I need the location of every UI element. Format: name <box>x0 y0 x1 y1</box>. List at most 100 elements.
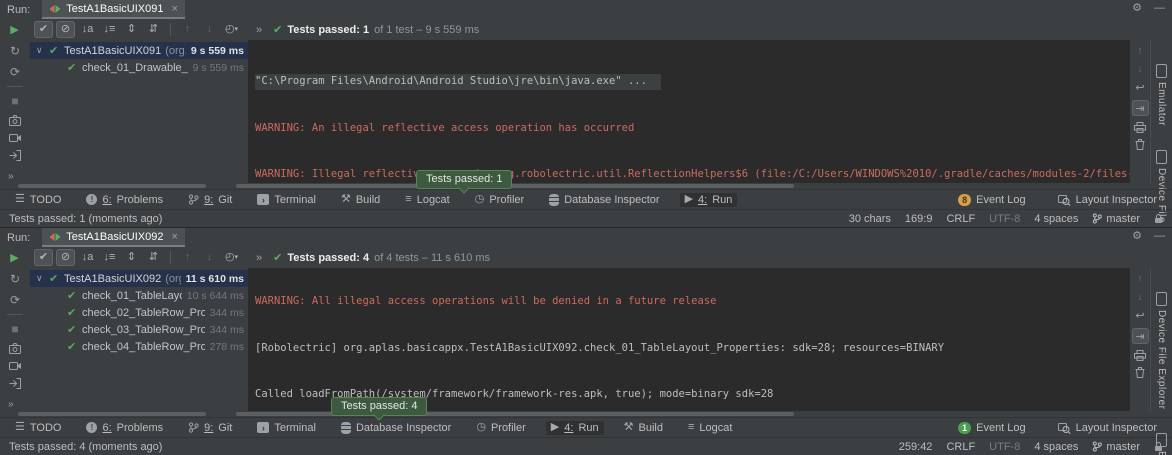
git-branch-widget[interactable]: master <box>1092 213 1140 225</box>
tree-row-test[interactable]: ✔ check_04_TableRow_Properties 278 ms <box>30 338 248 355</box>
previous-failed-test-button[interactable]: ↑ <box>178 21 197 38</box>
rerun-icon[interactable]: ↻ <box>10 272 20 286</box>
hidden-toolbar-chevrons-icon[interactable]: » <box>8 171 14 182</box>
tool-window-button-emulator[interactable]: Emulator <box>1156 64 1167 126</box>
close-icon[interactable]: × <box>171 3 177 15</box>
sort-by-duration-button[interactable]: ↓≡ <box>100 249 119 266</box>
settings-gear-icon[interactable]: ⚙ <box>1132 229 1142 242</box>
expand-all-button[interactable]: ⇕ <box>122 21 141 38</box>
sort-alphabetically-button[interactable]: ↓a <box>78 249 97 266</box>
chevron-down-icon[interactable]: ∨ <box>36 45 49 56</box>
more-actions-icon[interactable]: » <box>256 24 262 36</box>
indent-indicator[interactable]: 4 spaces <box>1034 441 1078 453</box>
minimize-icon[interactable]: — <box>1154 230 1165 242</box>
show-ignored-button[interactable]: ⊘ <box>56 21 75 38</box>
tree-row-test[interactable]: ✔ check_03_TableRow_Properties 344 ms <box>30 321 248 338</box>
git-branch-widget[interactable]: master <box>1092 441 1140 453</box>
screen-record-icon[interactable] <box>9 361 22 371</box>
statusbar-item-git[interactable]: 9:Git <box>183 421 237 435</box>
statusbar-item-terminal[interactable]: ›Terminal <box>252 421 321 435</box>
scroll-down-icon[interactable]: ↓ <box>1137 63 1143 75</box>
screen-record-icon[interactable] <box>9 133 22 143</box>
scroll-up-icon[interactable]: ↑ <box>1137 273 1143 285</box>
minimize-icon[interactable]: — <box>1154 2 1165 14</box>
layout-inspector-button[interactable]: Layout Inspector <box>1053 421 1162 435</box>
tree-row-root[interactable]: ∨ ✔ TestA1BasicUIX092 (org.aplas.basica … <box>30 270 248 287</box>
tree-row-test[interactable]: ✔ check_02_TableRow_Properties 344 ms <box>30 304 248 321</box>
more-actions-icon[interactable]: » <box>256 252 262 264</box>
console-scrollbar[interactable] <box>236 184 794 188</box>
tree-row-test[interactable]: ✔ check_01_TableLayout_Properties 10 s 6… <box>30 287 248 304</box>
statusbar-item-todo[interactable]: ☰TODO <box>10 421 66 435</box>
line-ending-indicator[interactable]: CRLF <box>946 213 975 225</box>
statusbar-item-git[interactable]: 9:Git <box>183 193 237 207</box>
show-passed-button[interactable]: ✔ <box>34 21 53 38</box>
rerun-tests-button[interactable]: ▶ <box>5 251 24 264</box>
tree-scrollbar[interactable] <box>18 412 206 416</box>
screenshot-icon[interactable] <box>9 115 21 126</box>
lock-icon[interactable] <box>1154 441 1163 452</box>
scroll-down-icon[interactable]: ↓ <box>1137 291 1143 303</box>
caret-position[interactable]: 259:42 <box>899 441 933 453</box>
clear-console-icon[interactable] <box>1135 367 1145 378</box>
hidden-toolbar-chevrons-icon[interactable]: » <box>8 399 14 410</box>
previous-failed-test-button[interactable]: ↑ <box>178 249 197 266</box>
statusbar-item-profiler[interactable]: ◷Profiler <box>470 193 529 207</box>
layout-inspector-button[interactable]: Layout Inspector <box>1053 193 1162 207</box>
statusbar-item-build[interactable]: ⚒Build <box>336 193 385 207</box>
print-icon[interactable] <box>1134 350 1146 361</box>
statusbar-item-profiler[interactable]: ◷Profiler <box>471 421 530 435</box>
print-icon[interactable] <box>1134 122 1146 133</box>
statusbar-item-problems[interactable]: !6:Problems <box>81 421 168 435</box>
statusbar-item-terminal[interactable]: ›Terminal <box>252 193 321 207</box>
tree-row-test[interactable]: ✔ check_01_Drawable_Resources 9 s 559 ms <box>30 59 248 76</box>
statusbar-item-database-inspector[interactable]: Database Inspector <box>544 193 664 207</box>
collapse-all-button[interactable]: ⇵ <box>144 21 163 38</box>
screenshot-icon[interactable] <box>9 343 21 354</box>
next-failed-test-button[interactable]: ↓ <box>200 21 219 38</box>
run-tab[interactable]: TestA1BasicUIX092 × <box>42 228 185 247</box>
collapse-all-button[interactable]: ⇵ <box>144 249 163 266</box>
stop-icon[interactable]: ■ <box>11 94 18 108</box>
statusbar-item-database-inspector[interactable]: Database Inspector <box>336 421 456 435</box>
clear-console-icon[interactable] <box>1135 139 1145 150</box>
import-icon[interactable] <box>9 378 21 389</box>
show-passed-button[interactable]: ✔ <box>34 249 53 266</box>
statusbar-item-problems[interactable]: !6:Problems <box>81 193 168 207</box>
run-tab[interactable]: TestA1BasicUIX091 × <box>42 0 185 19</box>
soft-wrap-icon[interactable]: ↩ <box>1135 309 1144 322</box>
statusbar-item-logcat[interactable]: ≡Logcat <box>400 193 454 207</box>
statusbar-item-build[interactable]: ⚒Build <box>619 421 668 435</box>
chevron-down-icon[interactable]: ∨ <box>36 273 49 284</box>
soft-wrap-icon[interactable]: ↩ <box>1135 81 1144 94</box>
statusbar-item-run[interactable]: ▶4:Run <box>546 421 604 435</box>
refresh-icon[interactable]: ⟳ <box>10 65 20 79</box>
rerun-tests-button[interactable]: ▶ <box>5 23 24 36</box>
import-icon[interactable] <box>9 150 21 161</box>
sort-alphabetically-button[interactable]: ↓a <box>78 21 97 38</box>
event-log-button[interactable]: 1Event Log <box>953 421 1031 435</box>
tree-row-root[interactable]: ∨ ✔ TestA1BasicUIX091 (org.aplas.basica … <box>30 42 248 59</box>
stop-icon[interactable]: ■ <box>11 322 18 336</box>
line-ending-indicator[interactable]: CRLF <box>946 441 975 453</box>
sort-by-duration-button[interactable]: ↓≡ <box>100 21 119 38</box>
encoding-indicator[interactable]: UTF-8 <box>989 441 1020 453</box>
tool-window-button-device-file-explorer[interactable]: Device File Explorer <box>1156 292 1167 409</box>
statusbar-item-todo[interactable]: ☰TODO <box>10 193 66 207</box>
tree-scrollbar[interactable] <box>18 184 206 188</box>
refresh-icon[interactable]: ⟳ <box>10 293 20 307</box>
show-ignored-button[interactable]: ⊘ <box>56 249 75 266</box>
settings-gear-icon[interactable]: ⚙ <box>1132 1 1142 14</box>
encoding-indicator[interactable]: UTF-8 <box>989 213 1020 225</box>
test-history-button[interactable]: ◴▾ <box>222 21 241 38</box>
scroll-to-end-icon[interactable]: ⇥ <box>1132 100 1149 116</box>
console-scrollbar[interactable] <box>236 412 794 416</box>
expand-all-button[interactable]: ⇕ <box>122 249 141 266</box>
test-history-button[interactable]: ◴▾ <box>222 249 241 266</box>
indent-indicator[interactable]: 4 spaces <box>1034 213 1078 225</box>
statusbar-item-run[interactable]: ▶4:Run <box>680 193 738 207</box>
caret-position[interactable]: 169:9 <box>905 213 933 225</box>
statusbar-item-logcat[interactable]: ≡Logcat <box>683 421 737 435</box>
close-icon[interactable]: × <box>171 231 177 243</box>
event-log-button[interactable]: 8Event Log <box>953 193 1031 207</box>
